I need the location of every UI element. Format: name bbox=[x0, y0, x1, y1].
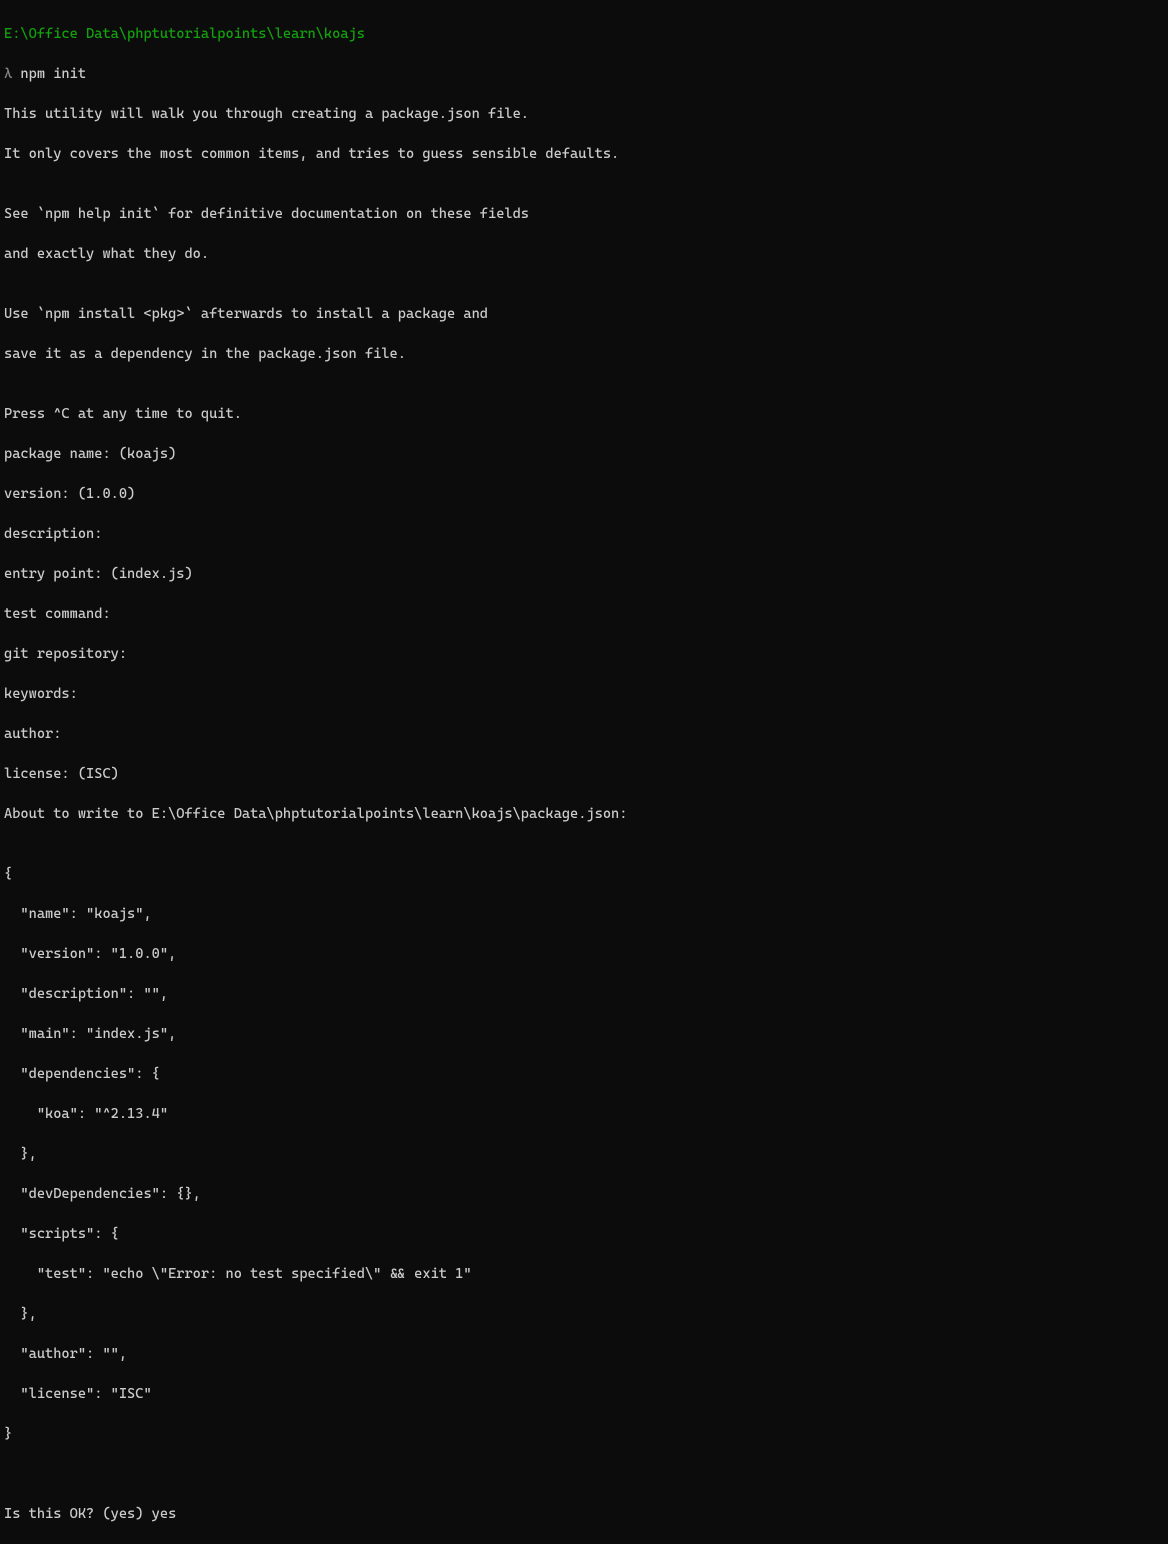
output-line: Use `npm install <pkg>` afterwards to in… bbox=[4, 304, 1164, 324]
output-line: author: bbox=[4, 724, 1164, 744]
output-line: "version": "1.0.0", bbox=[4, 944, 1164, 964]
output-line: "test": "echo \"Error: no test specified… bbox=[4, 1264, 1164, 1284]
output-line: This utility will walk you through creat… bbox=[4, 104, 1164, 124]
output-line: test command: bbox=[4, 604, 1164, 624]
command-line: λ npm init bbox=[4, 64, 1164, 84]
output-line: Is this OK? (yes) yes bbox=[4, 1504, 1164, 1524]
output-line: "scripts": { bbox=[4, 1224, 1164, 1244]
output-line: license: (ISC) bbox=[4, 764, 1164, 784]
output-line: "devDependencies": {}, bbox=[4, 1184, 1164, 1204]
output-line: save it as a dependency in the package.j… bbox=[4, 344, 1164, 364]
prompt-line: E:\Office Data\phptutorialpoints\learn\k… bbox=[4, 24, 1164, 44]
output-line: About to write to E:\Office Data\phptuto… bbox=[4, 804, 1164, 824]
output-line: } bbox=[4, 1424, 1164, 1444]
output-line: }, bbox=[4, 1144, 1164, 1164]
output-line: version: (1.0.0) bbox=[4, 484, 1164, 504]
command-text: npm init bbox=[20, 66, 86, 82]
output-line: "license": "ISC" bbox=[4, 1384, 1164, 1404]
output-line: }, bbox=[4, 1304, 1164, 1324]
output-line: See `npm help init` for definitive docum… bbox=[4, 204, 1164, 224]
output-line: { bbox=[4, 864, 1164, 884]
output-line: "dependencies": { bbox=[4, 1064, 1164, 1084]
output-line: "koa": "^2.13.4" bbox=[4, 1104, 1164, 1124]
output-line: package name: (koajs) bbox=[4, 444, 1164, 464]
output-line: It only covers the most common items, an… bbox=[4, 144, 1164, 164]
output-line: entry point: (index.js) bbox=[4, 564, 1164, 584]
output-line: "description": "", bbox=[4, 984, 1164, 1004]
terminal-window[interactable]: E:\Office Data\phptutorialpoints\learn\k… bbox=[4, 4, 1164, 1544]
output-line: and exactly what they do. bbox=[4, 244, 1164, 264]
output-line: git repository: bbox=[4, 644, 1164, 664]
output-line: "author": "", bbox=[4, 1344, 1164, 1364]
output-line: "main": "index.js", bbox=[4, 1024, 1164, 1044]
prompt-symbol: λ bbox=[4, 66, 12, 82]
current-path: E:\Office Data\phptutorialpoints\learn\k… bbox=[4, 26, 365, 42]
output-line: "name": "koajs", bbox=[4, 904, 1164, 924]
output-line: keywords: bbox=[4, 684, 1164, 704]
output-line: Press ^C at any time to quit. bbox=[4, 404, 1164, 424]
output-line: description: bbox=[4, 524, 1164, 544]
